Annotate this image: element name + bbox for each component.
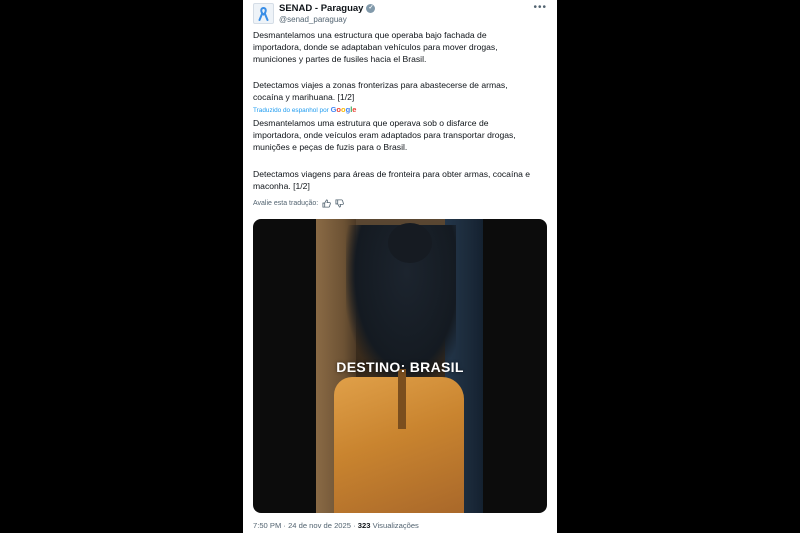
video-player[interactable]: DESTINO: BRASIL <box>253 219 547 513</box>
tweet-text-portuguese-1: Desmantelamos uma estrutura que operava … <box>253 118 516 153</box>
google-logo: Google <box>330 105 357 114</box>
account-handle[interactable]: @senad_paraguay <box>279 15 375 25</box>
video-overlay-text: DESTINO: BRASIL <box>336 359 464 375</box>
rate-label: Avalie esta tradução: <box>253 200 319 207</box>
tweet-text-spanish-1: Desmantelamos una estructura que operaba… <box>253 30 498 65</box>
account-name[interactable]: SENAD - Paraguay <box>279 3 363 14</box>
tweet-date[interactable]: 24 de nov de 2025 <box>288 521 351 530</box>
avatar[interactable] <box>253 3 274 24</box>
tweet-text-portuguese-2: Detectamos viagens para áreas de frontei… <box>253 169 531 192</box>
tweet-text-spanish-2: Detectamos viajes a zonas fronterizas pa… <box>253 80 508 103</box>
tweet-card: SENAD - Paraguay ✓ @senad_paraguay ••• D… <box>243 0 557 533</box>
translated-label: Traduzido do espanhol por <box>253 107 329 114</box>
verified-badge-icon: ✓ <box>366 4 376 13</box>
views-count: 323 <box>357 521 371 530</box>
more-icon[interactable]: ••• <box>533 2 547 13</box>
tweet-header: SENAD - Paraguay ✓ @senad_paraguay ••• <box>253 2 551 25</box>
translation-attribution[interactable]: Traduzido do espanhol por Google <box>253 105 356 116</box>
tweet-meta: 7:50 PM · 24 de nov de 2025 · 323 Visual… <box>253 521 419 530</box>
thumbs-down-icon[interactable] <box>335 199 345 208</box>
views-label: Visualizações <box>372 521 419 530</box>
tweet-time[interactable]: 7:50 PM <box>253 521 281 530</box>
rate-translation: Avalie esta tradução: <box>253 199 345 208</box>
thumbs-up-icon[interactable] <box>322 199 332 208</box>
ribbon-icon <box>258 6 269 21</box>
account-names: SENAD - Paraguay ✓ @senad_paraguay <box>279 3 376 25</box>
